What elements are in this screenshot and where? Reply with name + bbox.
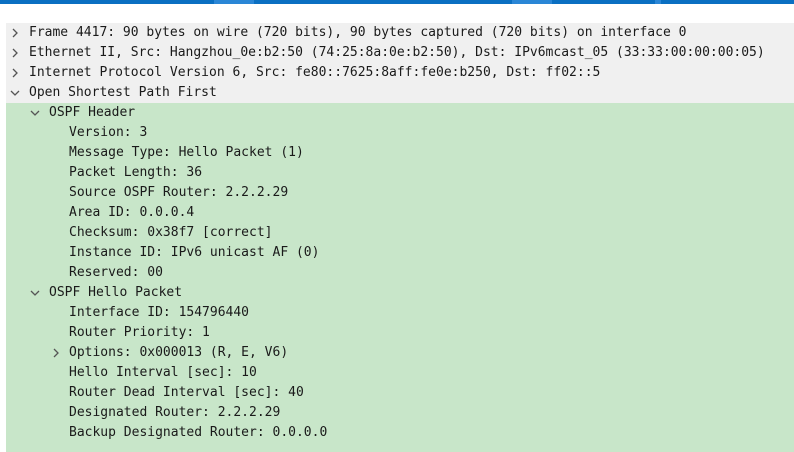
title-bar-highlight — [214, 0, 254, 4]
chevron-right-icon[interactable] — [8, 63, 22, 83]
tree-field-text: Designated Router: 2.2.2.29 — [69, 405, 281, 420]
tree-node-label: Options: 0x000013 (R, E, V6) — [69, 345, 289, 360]
title-bar-highlight — [512, 0, 552, 4]
title-bar-highlight — [655, 0, 661, 4]
tree-node-label: Frame 4417: 90 bytes on wire (720 bits),… — [29, 25, 687, 40]
tree-field-text: Area ID: 0.0.0.4 — [69, 205, 195, 220]
tree-node-frame[interactable]: Frame 4417: 90 bytes on wire (720 bits),… — [6, 23, 794, 43]
tree-node-label: OSPF Hello Packet — [49, 285, 183, 300]
chevron-right-icon[interactable] — [8, 23, 22, 43]
tree-field-text: Router Priority: 1 — [69, 325, 210, 340]
tree-node-label: Ethernet II, Src: Hangzhou_0e:b2:50 (74:… — [29, 45, 765, 60]
window-title-bar-edge — [0, 0, 794, 4]
chevron-right-icon[interactable] — [8, 43, 22, 63]
chevron-down-icon[interactable] — [28, 103, 42, 123]
tree-node-label: Open Shortest Path First — [29, 85, 217, 100]
tree-field-text: Packet Length: 36 — [69, 165, 203, 180]
tree-field-text: Router Dead Interval [sec]: 40 — [69, 385, 304, 400]
tree-field-text: Instance ID: IPv6 unicast AF (0) — [69, 245, 320, 260]
chevron-right-icon[interactable] — [49, 343, 63, 363]
tree-field-text: Checksum: 0x38f7 [correct] — [69, 225, 273, 240]
tree-field-text: Source OSPF Router: 2.2.2.29 — [69, 185, 289, 200]
tree-node-ipv6[interactable]: Internet Protocol Version 6, Src: fe80::… — [6, 63, 794, 83]
tree-node-label: OSPF Header — [49, 105, 136, 120]
tree-field-text: Message Type: Hello Packet (1) — [69, 145, 304, 160]
chevron-down-icon[interactable] — [28, 283, 42, 303]
tree-field-text: Reserved: 00 — [69, 265, 163, 280]
chevron-down-icon[interactable] — [8, 83, 22, 103]
tree-node-ethernet[interactable]: Ethernet II, Src: Hangzhou_0e:b2:50 (74:… — [6, 43, 794, 63]
tree-field-text: Hello Interval [sec]: 10 — [69, 365, 257, 380]
tree-field-text: Interface ID: 154796440 — [69, 305, 250, 320]
tree-field-text: Version: 3 — [69, 125, 148, 140]
tree-field-text: Backup Designated Router: 0.0.0.0 — [69, 425, 328, 440]
tree-node-ospf[interactable]: Open Shortest Path First — [6, 83, 794, 103]
tree-node-label: Internet Protocol Version 6, Src: fe80::… — [29, 65, 601, 80]
